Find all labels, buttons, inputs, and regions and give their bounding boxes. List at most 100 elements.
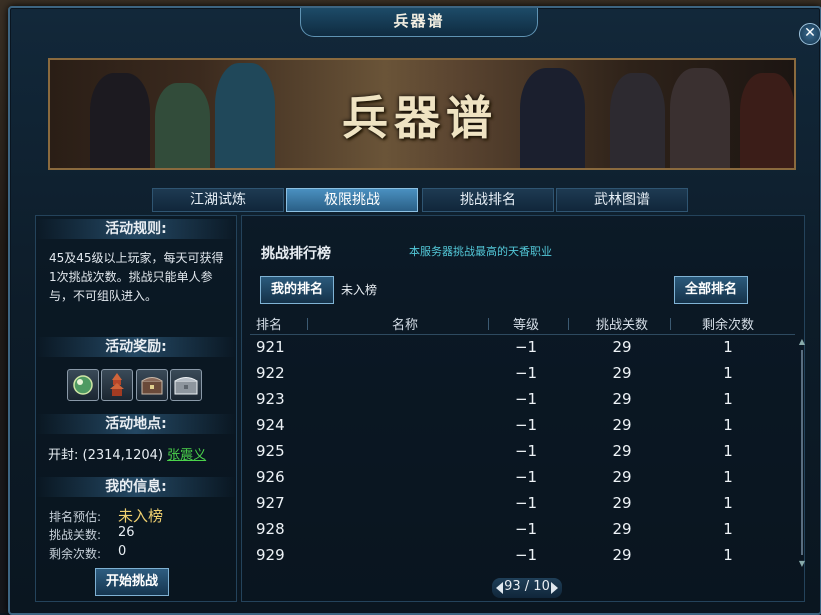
- table-row[interactable]: 926 −1 29 1: [250, 464, 795, 490]
- character-figure: [670, 68, 730, 168]
- remaining-label: 剩余次数:: [49, 547, 102, 561]
- col-stage: 挑战关数: [595, 318, 648, 333]
- remaining-cell: 1: [723, 468, 733, 486]
- chest-icon[interactable]: [136, 369, 168, 401]
- myinfo-title: 我的信息:: [36, 477, 236, 497]
- stage-cell: 29: [612, 468, 632, 486]
- start-challenge-button[interactable]: 开始挑战: [95, 568, 169, 596]
- stage-cell: 29: [612, 520, 632, 538]
- stage-cell: 29: [612, 546, 632, 564]
- remaining-cell: 1: [723, 494, 733, 512]
- table-header: 排名 名称 等级 挑战关数 剩余次数: [250, 314, 795, 335]
- close-icon[interactable]: ✕: [799, 23, 821, 45]
- page-indicator: 93 / 10: [504, 579, 550, 594]
- window-title: 兵器谱: [300, 8, 538, 37]
- level-cell: −1: [514, 546, 538, 564]
- col-rank: 排名: [256, 318, 283, 333]
- rank-cell: 925: [256, 442, 285, 460]
- column-divider: [307, 318, 308, 330]
- activity-location: 开封: (2314,1204) 张震义: [48, 444, 206, 463]
- rules-text: 45及45级以上玩家，每天可获得1次挑战次数。挑战只能单人参与，不可组队进入。: [49, 251, 224, 303]
- level-cell: −1: [514, 468, 538, 486]
- rank-cell: 922: [256, 364, 285, 382]
- table-row[interactable]: 925 −1 29 1: [250, 438, 795, 464]
- remaining-cell: 1: [723, 546, 733, 564]
- scroll-track[interactable]: [801, 350, 803, 555]
- stage-cell: 29: [612, 416, 632, 434]
- rank-cell: 928: [256, 520, 285, 538]
- ranking-note: 本服务器挑战最高的天香职业: [409, 245, 552, 258]
- remaining-cell: 1: [723, 416, 733, 434]
- level-cell: −1: [514, 338, 538, 356]
- rank-estimate-label: 排名预估:: [49, 510, 102, 524]
- character-figure: [740, 73, 794, 168]
- scroll-down-icon[interactable]: ▼: [798, 560, 806, 568]
- table-row[interactable]: 921 −1 29 1: [250, 334, 795, 360]
- location-coordinates: 开封: (2314,1204): [48, 448, 163, 463]
- rank-cell: 921: [256, 338, 285, 356]
- column-divider: [568, 318, 569, 330]
- character-figure: [155, 83, 210, 168]
- banner-title: 兵器谱: [342, 91, 498, 145]
- table-row[interactable]: 927 −1 29 1: [250, 490, 795, 516]
- level-cell: −1: [514, 416, 538, 434]
- level-cell: −1: [514, 520, 538, 538]
- banner: 兵器谱: [48, 58, 796, 170]
- col-level: 等级: [512, 318, 539, 333]
- npc-link[interactable]: 张震义: [167, 448, 206, 463]
- rank-cell: 927: [256, 494, 285, 512]
- col-remaining: 剩余次数: [701, 318, 754, 333]
- table-row[interactable]: 923 −1 29 1: [250, 386, 795, 412]
- remaining-cell: 1: [723, 390, 733, 408]
- weapon-ranking-window: 兵器谱 ✕ 兵器谱 江湖试炼 极限挑战 挑战排名 武林图谱 活动规则: 45及4…: [8, 6, 821, 615]
- location-title: 活动地点:: [36, 414, 236, 434]
- rewards-title: 活动奖励:: [36, 337, 236, 357]
- remaining-value: 0: [118, 544, 127, 559]
- scroll-up-icon[interactable]: ▲: [798, 338, 806, 346]
- character-figure: [215, 63, 275, 168]
- pagoda-icon[interactable]: [101, 369, 133, 401]
- activity-info-panel: 活动规则: 45及45级以上玩家，每天可获得1次挑战次数。挑战只能单人参与，不可…: [35, 215, 237, 602]
- rank-cell: 924: [256, 416, 285, 434]
- rules-title: 活动规则:: [36, 219, 236, 239]
- remaining-cell: 1: [723, 364, 733, 382]
- level-cell: −1: [514, 390, 538, 408]
- rank-cell: 923: [256, 390, 285, 408]
- all-rank-button[interactable]: 全部排名: [674, 276, 748, 304]
- scrollbar[interactable]: ▲ ▼: [798, 338, 806, 568]
- stage-cell: 29: [612, 338, 632, 356]
- next-page-icon[interactable]: [551, 582, 558, 594]
- character-figure: [610, 73, 665, 168]
- level-cell: −1: [514, 364, 538, 382]
- stage-cell: 29: [612, 442, 632, 460]
- table-row[interactable]: 928 −1 29 1: [250, 516, 795, 542]
- rank-cell: 926: [256, 468, 285, 486]
- silver-chest-icon[interactable]: [170, 369, 202, 401]
- tab-challenge-ranking[interactable]: 挑战排名: [422, 188, 554, 212]
- rank-cell: 929: [256, 546, 285, 564]
- stage-value: 26: [118, 525, 135, 540]
- tab-jianghu-trial[interactable]: 江湖试炼: [152, 188, 284, 212]
- orb-icon[interactable]: [67, 369, 99, 401]
- column-divider: [670, 318, 671, 330]
- stage-cell: 29: [612, 494, 632, 512]
- level-cell: −1: [514, 494, 538, 512]
- column-divider: [488, 318, 489, 330]
- stage-cell: 29: [612, 364, 632, 382]
- table-row[interactable]: 922 −1 29 1: [250, 360, 795, 386]
- my-rank-button[interactable]: 我的排名: [260, 276, 334, 304]
- pager: 93 / 10: [492, 578, 562, 598]
- level-cell: −1: [514, 442, 538, 460]
- remaining-cell: 1: [723, 520, 733, 538]
- ranking-panel: 挑战排行榜 本服务器挑战最高的天香职业 我的排名 未入榜 全部排名 排名 名称 …: [241, 215, 805, 602]
- col-name: 名称: [391, 318, 418, 333]
- tab-extreme-challenge[interactable]: 极限挑战: [286, 188, 418, 212]
- rank-estimate-value: 未入榜: [118, 507, 164, 525]
- prev-page-icon[interactable]: [496, 582, 503, 594]
- tab-wulin-atlas[interactable]: 武林图谱: [556, 188, 688, 212]
- table-row[interactable]: 924 −1 29 1: [250, 412, 795, 438]
- remaining-cell: 1: [723, 442, 733, 460]
- character-figure: [90, 73, 150, 168]
- remaining-cell: 1: [723, 338, 733, 356]
- table-row[interactable]: 929 −1 29 1: [250, 542, 795, 568]
